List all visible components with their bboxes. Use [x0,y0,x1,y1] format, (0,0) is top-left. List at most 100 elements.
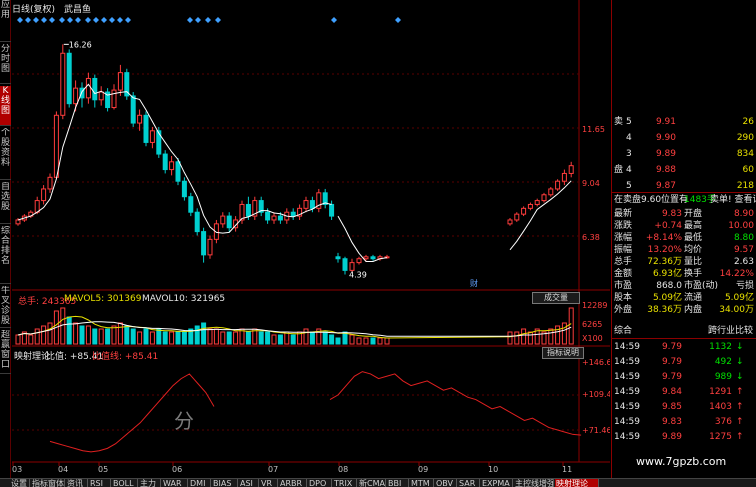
volume-bar [349,334,355,345]
left-tab[interactable]: K线图 [0,86,11,126]
volume-bar [514,331,520,345]
bottom-tab[interactable]: TRIX [333,479,357,487]
volume-bar [555,325,561,345]
stat-label: 股本 [614,293,633,303]
indicator-axis-label: +71.46 [582,426,610,435]
candle-body [169,161,175,171]
candle-body [111,89,117,109]
bottom-tab[interactable]: BOLL [112,479,138,487]
order-side-label: 盘 [614,165,624,175]
bottom-tab[interactable]: OBV [435,479,457,487]
bottom-tab[interactable]: 主力 [139,479,161,487]
left-tab[interactable]: 分时图 [0,44,11,84]
volume-bar [561,322,567,345]
order-book-row[interactable]: 4 9.90 290 [612,132,756,144]
volume-bar [117,322,123,345]
arrow-down-icon: ↓ [736,372,744,382]
bottom-tab[interactable]: VR [260,479,278,487]
bottom-tab[interactable]: WAR [162,479,188,487]
trade-volume: 1291 [709,387,732,397]
left-tab-bar: 应用分时图 K线图个股资料自选股综合排名牛叉诊股超赢窗口 [0,0,11,478]
bottom-tab[interactable]: 新CMA [358,479,386,487]
left-tab[interactable]: 个股资料 [0,128,11,180]
chart-area[interactable]: 11.65 9.04 6.38 12289 6265 X100 +146.6 +109.4 +7… [12,0,612,478]
bottom-tab[interactable]: BIAS [212,479,238,487]
trade-price: 9.83 [661,417,682,427]
candle-body [265,211,271,221]
stat-value: 34.00万 [719,305,754,315]
stat-value: 868.0 [656,281,682,291]
bottom-tab[interactable]: SAR [458,479,480,487]
order-book-row[interactable]: 3 9.89 834 [612,148,756,160]
arrow-up-icon: ↑ [736,417,744,427]
left-tab[interactable]: 应用 [0,0,11,42]
stat-value: 38.36万 [647,305,682,315]
bottom-tab[interactable]: MTM [410,479,434,487]
signal-diamond-icon [331,17,337,23]
stat-label: 换手 [684,269,703,279]
panel-divider [612,338,756,339]
candle-body [181,180,187,198]
signal-diamond-icon [93,17,99,23]
stats-row: 总手 72.36万 量比 2.63 [612,256,756,268]
trade-time: 14:59 [614,402,640,412]
bottom-tab[interactable]: 资讯 [66,479,88,487]
order-note[interactable]: 在卖盘9.60位置有1483手卖单! 查看详细 [612,194,756,206]
volume-bar [309,331,315,345]
bottom-tab[interactable]: DMI [189,479,211,487]
volume-indicator-button[interactable]: 成交量 [532,292,580,304]
trade-price: 9.79 [661,342,682,352]
bottom-tab[interactable]: ASI [239,479,259,487]
candle-body [41,188,47,202]
stat-label: 均价 [684,245,703,255]
signal-diamond-icon [205,17,211,23]
bottom-tab[interactable]: 主控线增强 [514,479,554,487]
volume-bar [356,337,362,345]
signal-diamond-icon [17,17,23,23]
bottom-tab[interactable]: DPO [308,479,332,487]
candle-body [541,194,547,202]
left-tab[interactable]: 综合排名 [0,226,11,284]
stat-value: 72.36万 [647,257,682,267]
volume-bar [207,328,213,345]
trade-time: 14:59 [614,417,640,427]
trades-tab-composite: 综合 [614,326,633,336]
kline-chart[interactable]: 11.65 9.04 6.38 12289 6265 X100 +146.6 +109.4 +7… [12,0,612,478]
order-note-link: 卖单! 查看详细 [710,195,756,205]
order-price: 9.91 [655,117,676,127]
order-book-row[interactable]: 5 9.87 218 [612,180,756,192]
signal-diamond-icon [215,17,221,23]
candle-body [143,114,149,143]
candle-body [514,213,520,221]
bottom-tab[interactable]: 指标窗体 [31,479,65,487]
date-axis-label: 09 [418,465,428,474]
bottom-tab[interactable]: RSI [89,479,111,487]
trades-header[interactable]: 综合 跨行业比较 [612,325,756,337]
left-tab[interactable]: 超赢窗口 [0,330,11,374]
price-axis-label: 11.65 [582,125,605,134]
left-tab[interactable]: 自选股 [0,182,11,224]
order-book-row[interactable]: 盘 4 9.88 60 [612,164,756,176]
order-book-row[interactable]: 卖 5 9.91 26 [612,116,756,128]
bottom-tab[interactable]: 映射理论 [555,479,599,487]
candle-body [47,176,53,190]
stat-value: 8.80 [733,233,754,243]
bottom-tab[interactable]: EXPMA [481,479,513,487]
trade-price: 9.89 [661,432,682,442]
bottom-tab[interactable]: BBI [387,479,409,487]
order-level: 4 [626,133,632,143]
order-level: 4 [626,165,632,175]
volume-bar [271,334,277,345]
date-axis-label: 07 [268,465,278,474]
signal-diamond-icon [75,17,81,23]
volume-axis-label: X100 [582,334,603,343]
signal-diamond-icon [117,17,123,23]
volume-bar [277,334,283,345]
bottom-tab[interactable]: 设置 [10,479,30,487]
candle-body [534,200,540,205]
trade-volume: 1403 [709,402,732,412]
left-tab[interactable]: 牛叉诊股 [0,286,11,328]
candle-body [555,180,561,190]
bottom-tab[interactable]: ARBR [279,479,307,487]
indicator-help-button[interactable]: 指标说明 [542,347,584,359]
